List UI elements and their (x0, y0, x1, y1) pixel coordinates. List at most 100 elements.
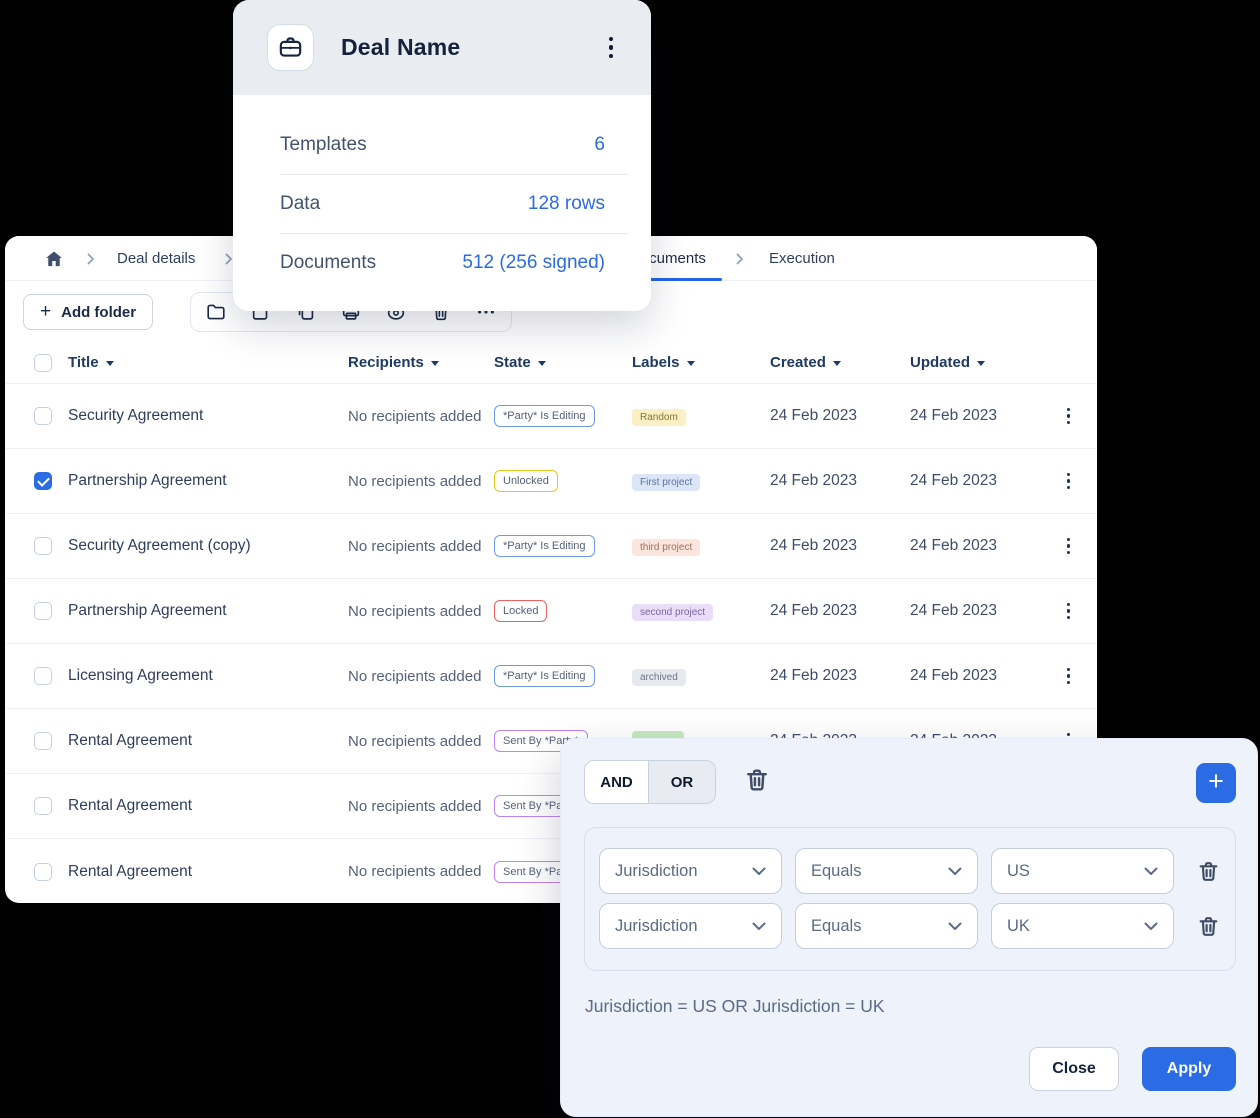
briefcase-icon (277, 34, 304, 61)
table-row[interactable]: Partnership AgreementNo recipients added… (5, 449, 1097, 514)
row-checkbox[interactable] (34, 602, 52, 620)
column-header-title[interactable]: Title (68, 354, 348, 371)
document-title: Rental Agreement (68, 797, 348, 815)
deal-card-header: Deal Name (233, 0, 651, 95)
document-title: Security Agreement (copy) (68, 537, 348, 555)
condition-field-select[interactable]: Jurisdiction (599, 903, 782, 949)
chevron-down-icon (752, 867, 766, 876)
column-header-label: Title (68, 354, 99, 371)
apply-button[interactable]: Apply (1142, 1047, 1236, 1091)
sort-arrow-icon (833, 361, 841, 370)
label-pill: archived (632, 669, 686, 686)
row-checkbox[interactable] (34, 537, 52, 555)
row-menu-button[interactable] (1063, 469, 1075, 494)
trash-icon (1196, 859, 1221, 884)
chevron-right-icon (87, 236, 95, 281)
row-menu-button[interactable] (1063, 404, 1075, 429)
column-header-labels[interactable]: Labels (632, 354, 770, 371)
home-icon (44, 249, 64, 269)
updated-date: 24 Feb 2023 (910, 667, 1040, 685)
chevron-down-icon (948, 867, 962, 876)
created-date: 24 Feb 2023 (770, 602, 910, 620)
row-menu-button[interactable] (1063, 599, 1075, 624)
state-badge: Locked (494, 600, 547, 622)
table-row[interactable]: Licensing AgreementNo recipients added*P… (5, 644, 1097, 709)
row-checkbox[interactable] (34, 863, 52, 881)
select-value: Equals (811, 862, 861, 881)
column-header-state[interactable]: State (494, 354, 632, 371)
chevron-right-icon (736, 236, 744, 281)
state-badge: *Party* Is Editing (494, 405, 595, 427)
row-checkbox[interactable] (34, 667, 52, 685)
sort-arrow-icon (977, 361, 985, 370)
row-value[interactable]: 6 (594, 134, 605, 156)
label-pill: First project (632, 474, 700, 491)
logic-toggle: AND OR (584, 760, 716, 804)
home-breadcrumb[interactable] (44, 236, 64, 281)
row-checkbox[interactable] (34, 472, 52, 490)
condition-row: Jurisdiction Equals UK (599, 903, 1221, 949)
add-condition-button[interactable]: + (1196, 763, 1236, 803)
recipients-cell: No recipients added (348, 406, 494, 427)
row-checkbox[interactable] (34, 732, 52, 750)
breadcrumb-execution[interactable]: Execution (769, 236, 835, 281)
select-all-checkbox[interactable] (34, 354, 52, 372)
document-title: Rental Agreement (68, 863, 348, 881)
recipients-cell: No recipients added (348, 796, 494, 817)
column-header-label: State (494, 354, 531, 371)
condition-row: Jurisdiction Equals US (599, 848, 1221, 894)
deal-card-body: Templates 6 Data 128 rows Documents 512 … (233, 95, 651, 292)
table-row[interactable]: Security Agreement (copy)No recipients a… (5, 514, 1097, 579)
logic-or-button[interactable]: OR (648, 761, 715, 803)
deal-card-row-documents: Documents 512 (256 signed) (233, 234, 651, 292)
column-header-updated[interactable]: Updated (910, 354, 1040, 371)
recipients-cell: No recipients added (348, 536, 494, 557)
delete-condition-button[interactable] (1196, 914, 1221, 939)
document-title: Rental Agreement (68, 732, 348, 750)
breadcrumb-deal-details[interactable]: Deal details (117, 236, 195, 281)
filter-summary-text: Jurisdiction = US OR Jurisdiction = UK (585, 996, 885, 1017)
plus-icon: + (40, 301, 51, 323)
document-title: Partnership Agreement (68, 602, 348, 620)
document-title: Licensing Agreement (68, 667, 348, 685)
condition-value-select[interactable]: UK (991, 903, 1174, 949)
close-button[interactable]: Close (1029, 1047, 1119, 1091)
recipients-cell: No recipients added (348, 861, 494, 882)
table-row[interactable]: Partnership AgreementNo recipients added… (5, 579, 1097, 644)
logic-and-button[interactable]: AND (585, 761, 648, 803)
row-menu-button[interactable] (1063, 664, 1075, 689)
column-header-created[interactable]: Created (770, 354, 910, 371)
row-checkbox[interactable] (34, 407, 52, 425)
row-menu-button[interactable] (1063, 534, 1075, 559)
row-label: Data (280, 193, 320, 215)
recipients-cell: No recipients added (348, 601, 494, 622)
column-header-recipients[interactable]: Recipients (348, 352, 494, 373)
updated-date: 24 Feb 2023 (910, 537, 1040, 555)
recipients-cell: No recipients added (348, 731, 494, 752)
column-header-label: Updated (910, 354, 970, 371)
select-value: Jurisdiction (615, 862, 698, 881)
delete-condition-button[interactable] (1196, 859, 1221, 884)
delete-group-button[interactable] (743, 766, 771, 799)
deal-card-menu-button[interactable] (605, 33, 618, 63)
row-value[interactable]: 512 (256 signed) (462, 252, 605, 274)
condition-operator-select[interactable]: Equals (795, 903, 978, 949)
recipients-cell: No recipients added (348, 666, 494, 687)
deal-card-row-templates: Templates 6 (233, 116, 651, 174)
briefcase-icon-box (267, 24, 314, 71)
updated-date: 24 Feb 2023 (910, 602, 1040, 620)
table-row[interactable]: Security AgreementNo recipients added*Pa… (5, 384, 1097, 449)
updated-date: 24 Feb 2023 (910, 472, 1040, 490)
condition-field-select[interactable]: Jurisdiction (599, 848, 782, 894)
condition-operator-select[interactable]: Equals (795, 848, 978, 894)
condition-value-select[interactable]: US (991, 848, 1174, 894)
folder-icon[interactable] (205, 301, 227, 323)
filter-panel: AND OR + JurisdictionEqualsUSJurisdictio… (560, 738, 1258, 1117)
row-checkbox[interactable] (34, 797, 52, 815)
deal-summary-card: Deal Name Templates 6 Data 128 rows Docu… (233, 0, 651, 311)
sort-arrow-icon (431, 361, 439, 370)
row-value[interactable]: 128 rows (528, 193, 605, 215)
add-folder-button[interactable]: + Add folder (23, 294, 153, 330)
row-label: Documents (280, 252, 376, 274)
recipients-cell: No recipients added (348, 471, 494, 492)
